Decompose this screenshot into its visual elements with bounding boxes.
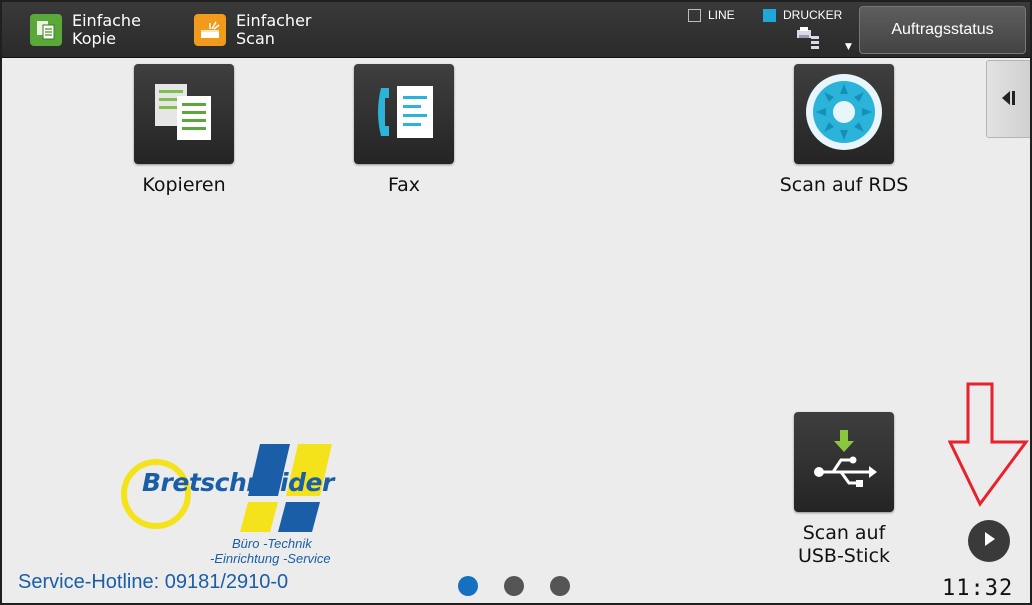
disc-icon <box>804 72 884 156</box>
company-logo: Bretschneider Büro -Technik -Einrichtung… <box>120 440 360 566</box>
document-copy-icon <box>151 80 217 148</box>
logo-tagline-1: Büro -Technik <box>232 536 312 551</box>
app-tile <box>794 64 894 164</box>
down-arrow-icon <box>948 382 1029 507</box>
service-hotline: Service-Hotline: 09181/2910-0 <box>18 571 289 593</box>
logo-brand-text: Bretschneider <box>142 468 334 497</box>
copy-icon <box>30 14 62 46</box>
line-status-box <box>688 8 701 22</box>
side-panel-handle[interactable] <box>986 60 1030 138</box>
app-scan-usb-label-line2: USB-Stick <box>797 545 891 567</box>
job-status-button[interactable]: Auftragsstatus <box>859 6 1026 54</box>
quick-copy-label: Einfache Kopie <box>72 11 141 48</box>
printer-status-box <box>763 8 776 22</box>
printer-indicator: DRUCKER <box>763 8 842 22</box>
app-scan-usb[interactable]: Scan auf USB-Stick <box>754 412 934 568</box>
printer-queue-icon[interactable] <box>795 27 821 51</box>
page-dot-3[interactable] <box>550 576 570 596</box>
logo-tagline-2: -Einrichtung -Service <box>210 551 331 566</box>
next-page-button[interactable] <box>968 520 1010 562</box>
app-kopieren[interactable]: Kopieren <box>134 64 234 197</box>
app-tile <box>794 412 894 512</box>
quick-scan-label: Einfacher Scan <box>236 11 312 48</box>
play-icon <box>982 531 996 551</box>
quick-copy-button[interactable]: Einfache Kopie <box>30 12 162 52</box>
fax-icon <box>371 82 437 146</box>
app-fax[interactable]: Fax <box>354 64 454 197</box>
printer-label: DRUCKER <box>783 8 843 22</box>
chevron-down-icon[interactable]: ▼ <box>845 42 852 52</box>
app-kopieren-label: Kopieren <box>142 174 226 196</box>
usb-icon <box>809 428 879 496</box>
quick-scan-button[interactable]: Einfacher Scan <box>194 12 326 52</box>
job-status-label: Auftragsstatus <box>891 21 994 38</box>
app-scan-rds-label: Scan auf RDS <box>779 174 909 196</box>
app-tile <box>354 64 454 164</box>
home-screen: Einfache Kopie Einfacher Scan LINE DRUCK… <box>2 2 1030 603</box>
page-indicator <box>458 576 596 596</box>
app-scan-usb-label-line1: Scan auf <box>802 522 886 544</box>
app-scan-rds[interactable]: Scan auf RDS <box>754 64 934 197</box>
page-dot-2[interactable] <box>504 576 524 596</box>
line-label: LINE <box>708 8 735 22</box>
top-bar: Einfache Kopie Einfacher Scan LINE DRUCK… <box>2 2 1030 58</box>
app-scan-usb-label: Scan auf USB-Stick <box>798 522 890 568</box>
app-fax-label: Fax <box>387 174 421 196</box>
clock: 11:32 <box>942 576 1014 601</box>
app-tile <box>134 64 234 164</box>
collapse-left-icon <box>1000 90 1018 109</box>
scanner-icon <box>194 14 226 46</box>
line-indicator: LINE <box>688 8 735 22</box>
page-dot-1[interactable] <box>458 576 478 596</box>
